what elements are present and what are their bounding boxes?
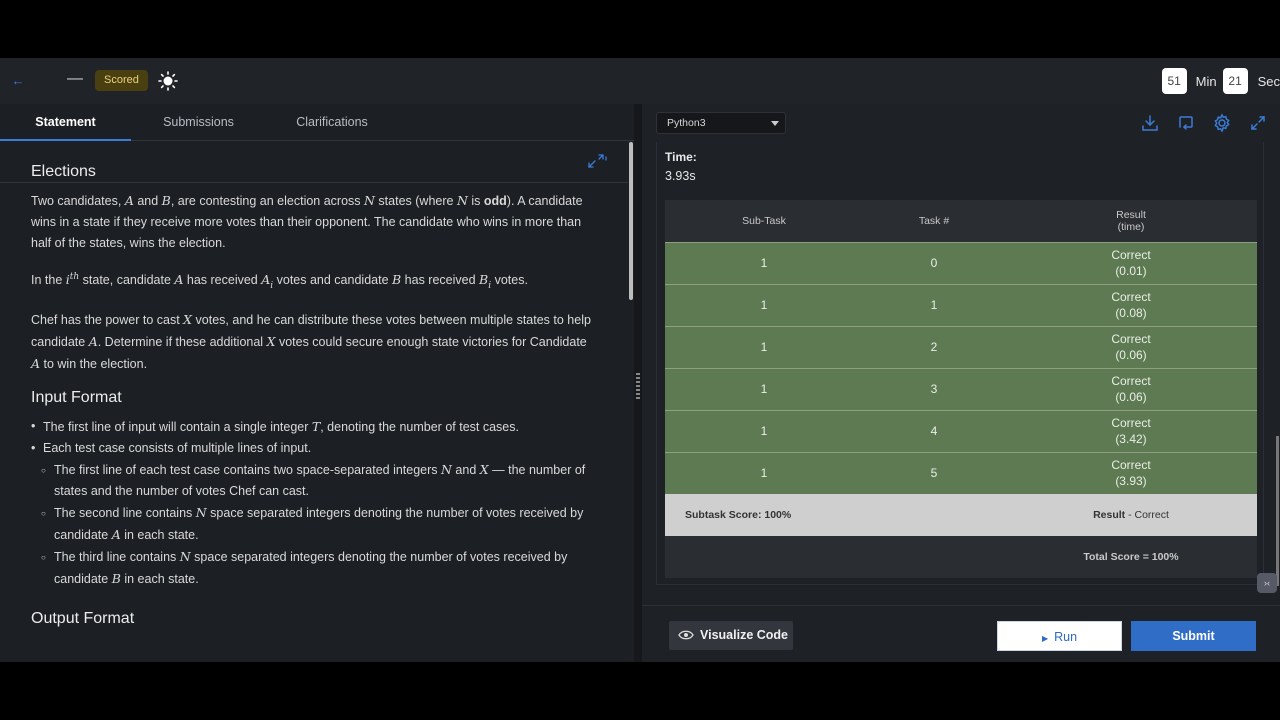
- collapse-dash[interactable]: —: [67, 70, 83, 88]
- list-item: The second line contains N space separat…: [31, 502, 591, 546]
- input-format-list: The first line of input will contain a s…: [31, 416, 591, 459]
- eye-icon: [678, 630, 694, 640]
- results-table: Sub-Task Task # Result (time) 1 0 Correct (0…: [665, 200, 1257, 578]
- table-row: 1 0 Correct (0.01): [665, 241, 1257, 284]
- chevron-down-icon: [771, 121, 779, 126]
- subtask-score-row: Subtask Score: 100% Result - Correct: [665, 494, 1257, 536]
- subtask-score: Subtask Score: 100%: [685, 509, 792, 521]
- language-select[interactable]: Python3: [656, 112, 786, 134]
- download-icon[interactable]: [1140, 113, 1160, 133]
- table-row: 1 2 Correct (0.06): [665, 325, 1257, 368]
- tab-submissions[interactable]: Submissions: [150, 104, 247, 141]
- list-item: Each test case consists of multiple line…: [31, 438, 591, 459]
- tab-statement[interactable]: Statement: [0, 104, 131, 141]
- list-item: The third line contains N space separate…: [31, 546, 591, 590]
- total-score: Total Score = 100%: [1005, 536, 1257, 578]
- overall-result: Result - Correct: [1005, 494, 1257, 536]
- tab-clarifications[interactable]: Clarifications: [282, 104, 382, 141]
- input-format-title: Input Format: [31, 388, 122, 406]
- fullscreen-icon[interactable]: [1248, 113, 1268, 133]
- list-item: The first line of input will contain a s…: [31, 416, 591, 438]
- statement-paragraph-3: Chef has the power to cast X votes, and …: [31, 311, 591, 371]
- side-toggle-icon[interactable]: ›‹: [1257, 573, 1277, 593]
- problem-tabs: Statement Submissions Clarifications: [0, 104, 634, 141]
- problem-title: Elections: [31, 163, 96, 180]
- sun-icon[interactable]: [158, 71, 178, 91]
- scored-badge: Scored: [95, 70, 148, 91]
- timer-minutes: 51: [1161, 68, 1187, 94]
- table-row: 1 4 Correct (3.42): [665, 409, 1257, 452]
- table-header-row: Sub-Task Task # Result (time): [665, 200, 1257, 242]
- editor-panel: Python3 Time: 3.93s Sub-Task Task # Resu…: [642, 104, 1280, 662]
- statement-scrollbar[interactable]: [629, 142, 633, 300]
- action-bar: Visualize Code ▶ Run Submit: [642, 605, 1280, 662]
- header-task: Task #: [863, 200, 1005, 242]
- countdown-timer: 51 Min 21 Sec: [1161, 66, 1280, 96]
- run-label: Run: [1054, 630, 1078, 644]
- header-subtask: Sub-Task: [665, 200, 863, 242]
- timer-sec-label: Sec: [1257, 73, 1280, 89]
- table-row: 1 1 Correct (0.08): [665, 283, 1257, 326]
- run-button[interactable]: ▶ Run: [997, 621, 1122, 651]
- header-result: Result (time): [1005, 200, 1257, 242]
- top-bar: ← — Scored 51 Min 21 Sec: [0, 58, 1280, 104]
- total-score-row: Total Score = 100%: [665, 536, 1257, 578]
- reset-icon[interactable]: [1176, 113, 1196, 133]
- statement-paragraph-2: In the ith state, candidate A has receiv…: [31, 272, 528, 291]
- list-item: The first line of each test case contain…: [31, 459, 591, 502]
- time-value: 3.93s: [665, 169, 696, 183]
- table-row: 1 3 Correct (0.06): [665, 367, 1257, 410]
- time-label: Time:: [665, 150, 697, 164]
- visualize-code-button[interactable]: Visualize Code: [669, 621, 793, 650]
- timer-seconds: 21: [1222, 68, 1248, 94]
- timer-min-label: Min: [1195, 73, 1217, 89]
- input-format-sublist: The first line of each test case contain…: [31, 459, 591, 590]
- play-icon: ▶: [1041, 634, 1049, 643]
- statement-paragraph-1: Two candidates, A and B, are contesting …: [31, 193, 583, 250]
- problem-statement: Elections Two candidates, A and B, are c…: [31, 163, 591, 637]
- back-arrow-icon[interactable]: ←: [9, 72, 27, 90]
- output-format-title: Output Format: [31, 609, 135, 627]
- gear-icon[interactable]: [1212, 113, 1232, 133]
- problem-panel: Statement Submissions Clarifications Ele…: [0, 104, 634, 662]
- submit-button[interactable]: Submit: [1131, 621, 1256, 651]
- language-value: Python3: [667, 117, 706, 129]
- resize-grip-icon[interactable]: [636, 373, 640, 399]
- table-row: 1 5 Correct (3.93): [665, 451, 1257, 494]
- visualize-code-label: Visualize Code: [700, 628, 788, 642]
- app-window: ← — Scored 51 Min 21 Sec Statement Submi…: [0, 58, 1280, 662]
- results-scrollbar[interactable]: [1276, 436, 1279, 586]
